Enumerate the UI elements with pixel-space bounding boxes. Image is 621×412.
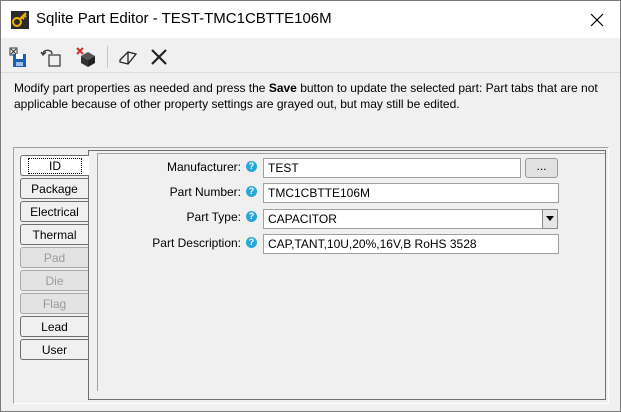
manufacturer-label: Manufacturer: bbox=[166, 160, 241, 174]
part-description-help-icon[interactable]: ? bbox=[246, 237, 257, 248]
manufacturer-field[interactable]: TEST bbox=[263, 158, 521, 178]
tab-pad[interactable]: Pad bbox=[20, 247, 88, 268]
delete-part-button[interactable] bbox=[73, 44, 99, 70]
tab-flag[interactable]: Flag bbox=[20, 293, 88, 314]
part-number-field[interactable]: TMC1CBTTE106M bbox=[263, 183, 559, 203]
save-icon bbox=[9, 47, 26, 67]
manufacturer-browse-button[interactable]: ... bbox=[525, 158, 558, 178]
close-icon bbox=[151, 49, 167, 65]
undo-button[interactable] bbox=[38, 44, 64, 70]
tab-lead[interactable]: Lead bbox=[20, 316, 88, 337]
window-close-button[interactable] bbox=[574, 1, 620, 38]
tab-id[interactable]: ID bbox=[20, 155, 89, 176]
save-emphasis: Save bbox=[268, 81, 297, 95]
window-title: Sqlite Part Editor - TEST-TMC1CBTTE106M bbox=[36, 10, 332, 27]
save-button[interactable] bbox=[7, 44, 33, 70]
tab-die[interactable]: Die bbox=[20, 270, 88, 291]
instructions-text: Modify part properties as needed and pre… bbox=[14, 81, 598, 111]
part-type-dropdown-button[interactable] bbox=[542, 209, 558, 229]
window-close-icon bbox=[590, 13, 604, 26]
undo-icon bbox=[40, 49, 61, 67]
toolbar-separator bbox=[107, 46, 108, 68]
eraser-icon bbox=[119, 51, 138, 65]
clear-button[interactable] bbox=[115, 44, 141, 70]
part-number-label: Part Number: bbox=[169, 185, 241, 199]
cancel-button[interactable] bbox=[146, 44, 172, 70]
part-editor-window: Sqlite Part Editor - TEST-TMC1CBTTE106M bbox=[0, 0, 621, 412]
part-type-label: Part Type: bbox=[186, 210, 241, 224]
delete-part-icon bbox=[76, 47, 95, 67]
app-key-icon bbox=[11, 11, 29, 29]
chevron-down-icon bbox=[546, 216, 554, 221]
part-description-label: Part Description: bbox=[152, 236, 241, 250]
toolbar bbox=[1, 38, 620, 73]
part-type-select[interactable]: CAPACITOR bbox=[263, 209, 543, 229]
part-number-help-icon[interactable]: ? bbox=[246, 186, 257, 197]
part-type-help-icon[interactable]: ? bbox=[246, 211, 257, 222]
part-description-field[interactable]: CAP,TANT,10U,20%,16V,B RoHS 3528 bbox=[263, 234, 559, 254]
tab-user[interactable]: User bbox=[20, 339, 88, 360]
title-bar[interactable]: Sqlite Part Editor - TEST-TMC1CBTTE106M bbox=[1, 1, 620, 38]
manufacturer-help-icon[interactable]: ? bbox=[246, 161, 257, 172]
